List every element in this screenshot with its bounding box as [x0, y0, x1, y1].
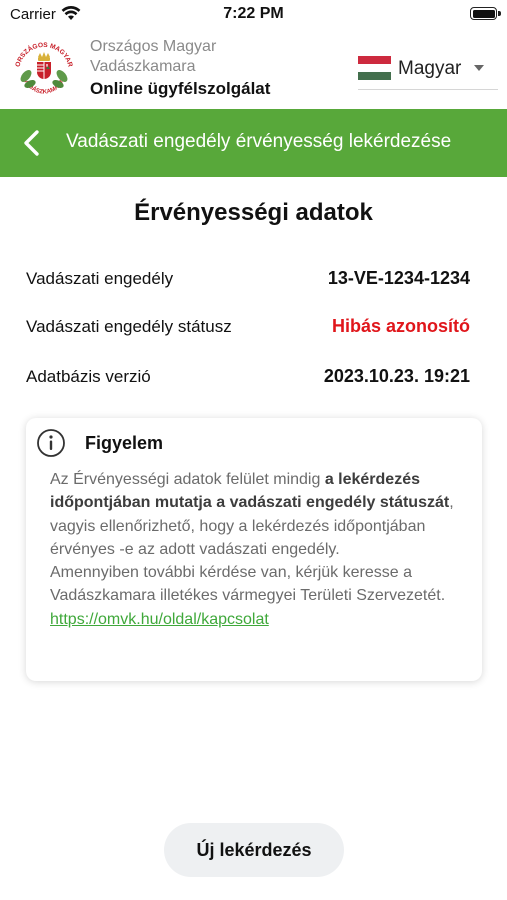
nav-title: Vadászati engedély érvényesség lekérdezé… [66, 131, 452, 152]
org-name: Országos Magyar Vadászkamara [90, 38, 217, 75]
license-value: 13-VE-1234-1234 [327, 268, 470, 288]
notice-text-1: Az Érvényességi adatok felület mindig [50, 471, 325, 488]
service-name: Online ügyfélszolgálat [90, 79, 271, 98]
notice-title: Figyelem [85, 433, 164, 453]
language-label: Magyar [398, 58, 462, 79]
app-header: ORSZÁGOS MAGYAR VADÁSZKAMARA Országos Ma… [0, 30, 507, 109]
battery-icon [470, 7, 497, 20]
info-row-status: Vadászati engedély státusz Hibás azonosí… [26, 313, 470, 339]
info-icon [37, 429, 65, 457]
omvk-logo: ORSZÁGOS MAGYAR VADÁSZKAMARA [15, 42, 74, 96]
clock: 7:22 PM [223, 5, 284, 22]
battery-tip [498, 11, 501, 16]
status-label: Vadászati engedély státusz [26, 317, 232, 336]
notice-card: Figyelem Az Érvényességi adatok felület … [26, 418, 482, 681]
status-bar: Carrier 7:22 PM [0, 0, 507, 30]
caret-down-icon [474, 65, 484, 71]
hungarian-flag-icon [358, 56, 391, 80]
status-value: Hibás azonosító [331, 316, 470, 336]
chevron-left-icon[interactable] [20, 129, 46, 157]
contact-link[interactable]: https://omvk.hu/oldal/kapcsolat [50, 611, 269, 628]
language-selector[interactable]: Magyar [358, 50, 498, 90]
license-label: Vadászati engedély [26, 269, 174, 288]
page-title: Érvényességi adatok [134, 199, 373, 226]
notice-text-3: Amennyiben további kérdése van, kérjük k… [50, 564, 446, 605]
notice-body: Az Érvényességi adatok felület mindig a … [50, 468, 460, 631]
new-query-button[interactable]: Új lekérdezés [164, 823, 344, 877]
info-row-license: Vadászati engedély 13-VE-1234-1234 [26, 265, 470, 291]
db-version-value: 2023.10.23. 19:21 [323, 366, 470, 386]
info-row-db-version: Adatbázis verzió 2023.10.23. 19:21 [26, 363, 470, 389]
db-version-label: Adatbázis verzió [26, 367, 151, 386]
nav-bar: Vadászati engedély érvényesség lekérdezé… [0, 109, 507, 177]
